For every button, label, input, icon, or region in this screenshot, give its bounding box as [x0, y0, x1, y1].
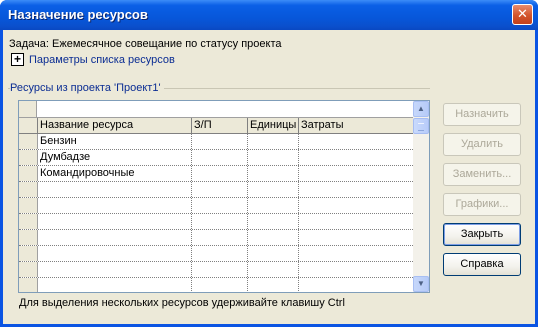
cell-units[interactable] — [248, 262, 299, 277]
table-row[interactable] — [19, 198, 415, 214]
cell-rate[interactable] — [192, 198, 248, 213]
row-selector[interactable] — [19, 278, 38, 292]
cell-resource-name[interactable] — [38, 214, 192, 229]
cell-units[interactable] — [248, 182, 299, 197]
table-row[interactable] — [19, 230, 415, 246]
column-header-rate[interactable]: З/П — [192, 118, 248, 133]
remove-button[interactable]: Удалить — [443, 133, 521, 156]
cell-cost[interactable] — [299, 150, 415, 165]
row-selector[interactable] — [19, 214, 38, 229]
cell-resource-name[interactable] — [38, 278, 192, 292]
cell-units[interactable] — [248, 246, 299, 261]
cell-rate[interactable] — [192, 214, 248, 229]
cell-cost[interactable] — [299, 198, 415, 213]
table-row[interactable]: Бензин — [19, 134, 415, 150]
cell-resource-name[interactable]: Думбадзе — [38, 150, 192, 165]
dialog-client-area: Задача: Ежемесячное совещание по статусу… — [3, 30, 535, 324]
cell-resource-name[interactable]: Бензин — [38, 134, 192, 149]
cell-cost[interactable] — [299, 134, 415, 149]
window-title: Назначение ресурсов — [8, 7, 148, 22]
cell-units[interactable] — [248, 150, 299, 165]
cell-resource-name[interactable] — [38, 198, 192, 213]
resources-group-title: Ресурсы из проекта 'Проект1' — [10, 82, 164, 94]
task-label: Задача: Ежемесячное совещание по статусу… — [9, 38, 282, 50]
cell-units[interactable] — [248, 278, 299, 292]
cell-cost[interactable] — [299, 214, 415, 229]
cell-units[interactable] — [248, 230, 299, 245]
cell-units[interactable] — [248, 198, 299, 213]
grid-header-select-all[interactable] — [19, 118, 38, 133]
table-row[interactable] — [19, 182, 415, 198]
cell-rate[interactable] — [192, 150, 248, 165]
row-selector[interactable] — [19, 262, 38, 277]
grid-edit-bar[interactable] — [19, 101, 415, 118]
resource-list-options-toggle[interactable]: + Параметры списка ресурсов — [11, 53, 175, 66]
title-bar[interactable]: Назначение ресурсов ✕ — [0, 0, 538, 30]
grid-header-row: Название ресурса З/П Единицы Затраты — [19, 118, 415, 134]
cell-resource-name[interactable]: Командировочные — [38, 166, 192, 181]
row-selector[interactable] — [19, 246, 38, 261]
close-icon: ✕ — [517, 6, 528, 21]
column-header-resource-name[interactable]: Название ресурса — [38, 118, 192, 133]
multi-select-hint: Для выделения нескольких ресурсов удержи… — [19, 297, 345, 309]
close-window-button[interactable]: ✕ — [512, 4, 533, 25]
cell-resource-name[interactable] — [38, 262, 192, 277]
row-selector[interactable] — [19, 134, 38, 149]
cell-cost[interactable] — [299, 246, 415, 261]
cell-cost[interactable] — [299, 278, 415, 292]
close-button[interactable]: Закрыть — [443, 223, 521, 246]
cell-rate[interactable] — [192, 246, 248, 261]
expand-plus-icon[interactable]: + — [11, 53, 24, 66]
grid-rows: Бензин Думбадзе Командировочные — [19, 134, 415, 292]
cell-units[interactable] — [248, 134, 299, 149]
scroll-down-icon[interactable]: ▼ — [413, 276, 429, 292]
row-selector[interactable] — [19, 166, 38, 181]
cell-rate[interactable] — [192, 134, 248, 149]
cell-rate[interactable] — [192, 230, 248, 245]
scroll-thumb[interactable] — [413, 118, 429, 134]
table-row[interactable]: Командировочные — [19, 166, 415, 182]
cell-cost[interactable] — [299, 166, 415, 181]
cell-resource-name[interactable] — [38, 182, 192, 197]
cell-cost[interactable] — [299, 262, 415, 277]
grid-edit-corner — [19, 101, 37, 117]
grid-vertical-scrollbar[interactable]: ▲ ▼ — [413, 101, 429, 292]
column-header-cost[interactable]: Затраты — [299, 118, 415, 133]
assign-button[interactable]: Назначить — [443, 103, 521, 126]
help-button[interactable]: Справка — [443, 253, 521, 276]
cell-units[interactable] — [248, 214, 299, 229]
graphs-button[interactable]: Графики... — [443, 193, 521, 216]
row-selector[interactable] — [19, 230, 38, 245]
resource-list-options-label[interactable]: Параметры списка ресурсов — [29, 54, 175, 66]
table-row[interactable]: Думбадзе — [19, 150, 415, 166]
cell-units[interactable] — [248, 166, 299, 181]
cell-cost[interactable] — [299, 230, 415, 245]
row-selector[interactable] — [19, 198, 38, 213]
replace-button[interactable]: Заменить... — [443, 163, 521, 186]
column-header-units[interactable]: Единицы — [248, 118, 299, 133]
table-row[interactable] — [19, 246, 415, 262]
table-row[interactable] — [19, 214, 415, 230]
scroll-up-icon[interactable]: ▲ — [413, 101, 429, 117]
cell-rate[interactable] — [192, 182, 248, 197]
row-selector[interactable] — [19, 182, 38, 197]
cell-rate[interactable] — [192, 262, 248, 277]
table-row[interactable] — [19, 278, 415, 292]
dialog-window: Назначение ресурсов ✕ Задача: Ежемесячно… — [0, 0, 538, 327]
resource-grid[interactable]: Название ресурса З/П Единицы Затраты Бен… — [18, 100, 430, 293]
row-selector[interactable] — [19, 150, 38, 165]
cell-resource-name[interactable] — [38, 230, 192, 245]
table-row[interactable] — [19, 262, 415, 278]
cell-cost[interactable] — [299, 182, 415, 197]
cell-rate[interactable] — [192, 278, 248, 292]
cell-rate[interactable] — [192, 166, 248, 181]
cell-resource-name[interactable] — [38, 246, 192, 261]
